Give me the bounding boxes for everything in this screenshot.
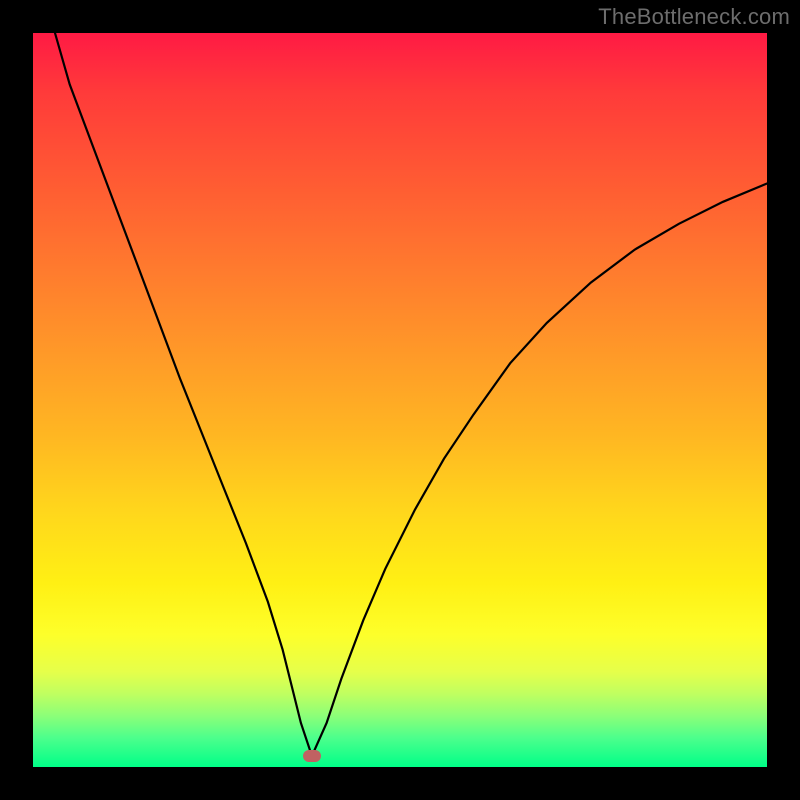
bottleneck-curve	[55, 33, 767, 756]
plot-area	[33, 33, 767, 767]
optimum-marker	[303, 750, 321, 762]
curve-layer	[33, 33, 767, 767]
watermark-text: TheBottleneck.com	[598, 4, 790, 30]
chart-frame: TheBottleneck.com	[0, 0, 800, 800]
